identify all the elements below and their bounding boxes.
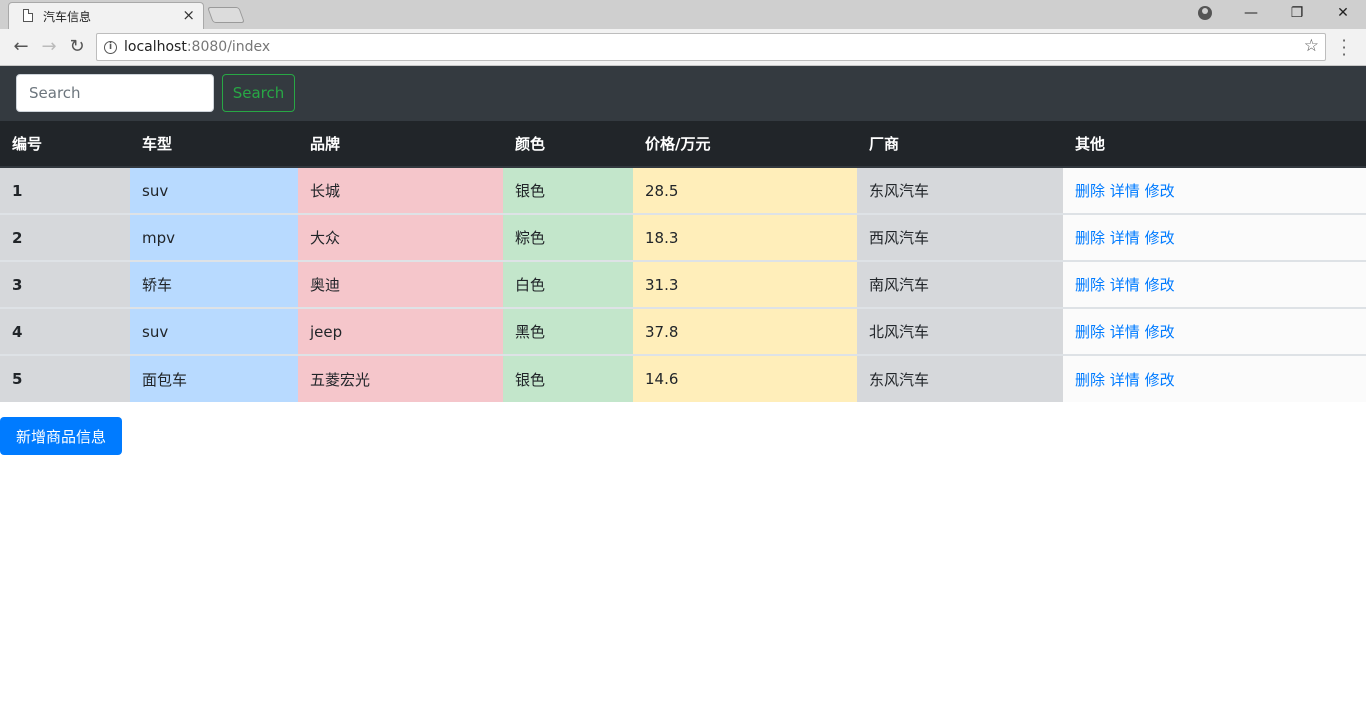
delete-link[interactable]: 删除 <box>1075 276 1105 294</box>
info-icon[interactable]: i <box>104 41 117 54</box>
edit-link[interactable]: 修改 <box>1145 323 1175 341</box>
url-text[interactable]: localhost:8080/index <box>124 39 270 55</box>
address-bar[interactable]: i localhost:8080/index ☆ <box>96 33 1326 61</box>
add-product-button[interactable]: 新增商品信息 <box>0 417 122 455</box>
navbar: Search <box>0 66 1366 121</box>
detail-link[interactable]: 详情 <box>1110 323 1140 341</box>
cell-id: 2 <box>0 213 130 261</box>
cell-brand: 奥迪 <box>298 260 503 308</box>
browser-tab[interactable]: 汽车信息 × <box>8 2 204 29</box>
detail-link[interactable]: 详情 <box>1110 371 1140 389</box>
delete-link[interactable]: 删除 <box>1075 182 1105 200</box>
cell-type: mpv <box>130 213 298 261</box>
cell-actions: 删除 详情 修改 <box>1063 213 1366 261</box>
cell-color: 粽色 <box>503 213 633 261</box>
edit-link[interactable]: 修改 <box>1145 182 1175 200</box>
tab-title: 汽车信息 <box>43 10 92 24</box>
table-row: 4 suv jeep 黑色 37.8 北风汽车 删除 详情 修改 <box>0 307 1366 355</box>
reload-icon[interactable]: ↻ <box>65 35 89 59</box>
cell-id: 3 <box>0 260 130 308</box>
cell-id: 5 <box>0 354 130 402</box>
delete-link[interactable]: 删除 <box>1075 371 1105 389</box>
cell-actions: 删除 详情 修改 <box>1063 260 1366 308</box>
cell-maker: 西风汽车 <box>857 213 1063 261</box>
cell-color: 黑色 <box>503 307 633 355</box>
cell-maker: 东风汽车 <box>857 354 1063 402</box>
cell-type: suv <box>130 167 298 214</box>
forward-icon[interactable]: → <box>37 35 61 59</box>
table-header-row: 编号 车型 品牌 颜色 价格/万元 厂商 其他 <box>0 121 1366 168</box>
header-brand: 品牌 <box>298 121 503 168</box>
cell-price: 28.5 <box>633 167 857 214</box>
header-color: 颜色 <box>503 121 633 168</box>
table-row: 5 面包车 五菱宏光 银色 14.6 东风汽车 删除 详情 修改 <box>0 354 1366 402</box>
cell-color: 银色 <box>503 354 633 402</box>
cell-actions: 删除 详情 修改 <box>1063 354 1366 402</box>
cell-maker: 东风汽车 <box>857 167 1063 214</box>
detail-link[interactable]: 详情 <box>1110 229 1140 247</box>
cell-type: suv <box>130 307 298 355</box>
table-row: 3 轿车 奥迪 白色 31.3 南风汽车 删除 详情 修改 <box>0 260 1366 308</box>
detail-link[interactable]: 详情 <box>1110 182 1140 200</box>
cell-id: 4 <box>0 307 130 355</box>
cell-maker: 南风汽车 <box>857 260 1063 308</box>
cell-type: 轿车 <box>130 260 298 308</box>
search-input[interactable] <box>16 74 214 112</box>
cell-brand: 长城 <box>298 167 503 214</box>
cell-price: 18.3 <box>633 213 857 261</box>
account-icon[interactable] <box>1198 6 1212 20</box>
cell-actions: 删除 详情 修改 <box>1063 307 1366 355</box>
detail-link[interactable]: 详情 <box>1110 276 1140 294</box>
restore-button[interactable]: ❐ <box>1274 0 1320 29</box>
header-other: 其他 <box>1063 121 1366 168</box>
edit-link[interactable]: 修改 <box>1145 229 1175 247</box>
page-icon <box>23 9 33 22</box>
header-id: 编号 <box>0 121 130 168</box>
cell-price: 14.6 <box>633 354 857 402</box>
search-button[interactable]: Search <box>222 74 295 112</box>
delete-link[interactable]: 删除 <box>1075 323 1105 341</box>
new-tab-button[interactable] <box>207 7 245 23</box>
delete-link[interactable]: 删除 <box>1075 229 1105 247</box>
browser-menu-icon[interactable]: · · · <box>1337 33 1351 63</box>
browser-tab-strip: 汽车信息 × — ❐ ✕ <box>0 0 1366 29</box>
cell-id: 1 <box>0 167 130 214</box>
cell-actions: 删除 详情 修改 <box>1063 167 1366 214</box>
cell-type: 面包车 <box>130 354 298 402</box>
header-maker: 厂商 <box>857 121 1063 168</box>
cell-price: 31.3 <box>633 260 857 308</box>
car-table: 编号 车型 品牌 颜色 价格/万元 厂商 其他 1 suv 长城 银色 28.5… <box>0 121 1366 402</box>
table-row: 1 suv 长城 银色 28.5 东风汽车 删除 详情 修改 <box>0 167 1366 214</box>
cell-brand: 大众 <box>298 213 503 261</box>
close-tab-icon[interactable]: × <box>182 6 195 24</box>
cell-color: 白色 <box>503 260 633 308</box>
back-icon[interactable]: ← <box>9 35 33 59</box>
header-price: 价格/万元 <box>633 121 857 168</box>
cell-brand: 五菱宏光 <box>298 354 503 402</box>
bookmark-star-icon[interactable]: ☆ <box>1304 36 1319 56</box>
cell-brand: jeep <box>298 307 503 355</box>
cell-price: 37.8 <box>633 307 857 355</box>
edit-link[interactable]: 修改 <box>1145 276 1175 294</box>
table-row: 2 mpv 大众 粽色 18.3 西风汽车 删除 详情 修改 <box>0 213 1366 261</box>
browser-toolbar: ← → ↻ i localhost:8080/index ☆ · · · <box>0 29 1366 66</box>
close-window-button[interactable]: ✕ <box>1320 0 1366 29</box>
cell-color: 银色 <box>503 167 633 214</box>
edit-link[interactable]: 修改 <box>1145 371 1175 389</box>
minimize-button[interactable]: — <box>1228 0 1274 29</box>
cell-maker: 北风汽车 <box>857 307 1063 355</box>
header-type: 车型 <box>130 121 298 168</box>
